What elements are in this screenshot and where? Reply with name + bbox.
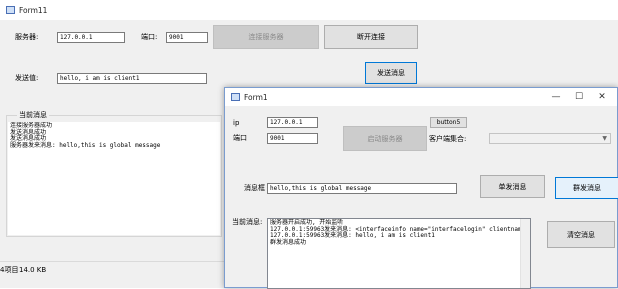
log-line: 群发消息成功 — [270, 238, 307, 246]
clear-messages-button[interactable]: 清空消息 — [547, 221, 615, 248]
form1-window: Form1 — ☐ ✕ ip 127.0.0.1 端口 9001 启动服务器 b… — [224, 87, 618, 289]
explorer-statusbar: 4项目 14.0 KB — [0, 261, 225, 278]
send-message-button[interactable]: 发送消息 — [365, 62, 417, 84]
app-icon — [6, 6, 15, 14]
form11-titlebar[interactable]: Form11 — [0, 0, 618, 20]
server-label: 服务器: — [15, 33, 39, 41]
form1-title: Form1 — [244, 92, 268, 102]
port-input[interactable]: 9001 — [267, 133, 318, 144]
status-size: 14.0 KB — [19, 266, 47, 274]
app-icon — [231, 93, 240, 101]
ip-label: ip — [233, 119, 240, 127]
clients-label: 客户端集合: — [429, 135, 467, 143]
server-input[interactable]: 127.0.0.1 — [57, 32, 125, 43]
port-input[interactable]: 9001 — [166, 32, 208, 43]
form11-title: Form11 — [19, 5, 48, 15]
ip-input[interactable]: 127.0.0.1 — [267, 117, 318, 128]
start-server-button[interactable]: 启动服务器 — [343, 126, 427, 151]
chevron-down-icon: ▼ — [602, 135, 607, 142]
connect-server-button[interactable]: 连接服务器 — [213, 25, 319, 49]
message-line: 服务器发来消息: hello,this is global message — [10, 141, 161, 149]
group-send-button[interactable]: 群发消息 — [555, 177, 618, 199]
status-item-count: 4项目 — [0, 266, 19, 274]
close-button[interactable]: ✕ — [591, 88, 613, 106]
port-label: 端口 — [233, 134, 247, 142]
button5[interactable]: button5 — [430, 117, 467, 128]
form1-titlebar[interactable]: Form1 — ☐ ✕ — [225, 88, 617, 106]
current-messages-label: 当前消息 — [17, 110, 49, 120]
send-value-label: 发送值: — [15, 74, 39, 82]
message-input[interactable]: hello,this is global message — [267, 183, 457, 194]
current-messages-group: 当前消息 连接服务器成功 发送消息成功 发送消息成功 服务器发来消息: hell… — [6, 110, 222, 237]
clients-select[interactable]: ▼ — [489, 133, 611, 144]
port-label: 端口: — [141, 33, 158, 41]
messages-list[interactable]: 连接服务器成功 发送消息成功 发送消息成功 服务器发来消息: hello,thi… — [8, 122, 220, 235]
maximize-button[interactable]: ☐ — [568, 88, 590, 106]
message-log[interactable]: 服务器开启成功, 开始监听 127.0.0.1:59963发来消息: <inte… — [267, 218, 531, 289]
current-messages-label: 当前消息: — [232, 218, 263, 226]
message-box-label: 消息框 — [244, 184, 265, 192]
minimize-button[interactable]: — — [545, 88, 567, 106]
disconnect-button[interactable]: 断开连接 — [324, 25, 418, 49]
single-send-button[interactable]: 单发消息 — [480, 175, 545, 198]
log-scrollbar[interactable] — [520, 219, 530, 288]
send-value-input[interactable]: hello, i am is client1 — [57, 73, 207, 84]
